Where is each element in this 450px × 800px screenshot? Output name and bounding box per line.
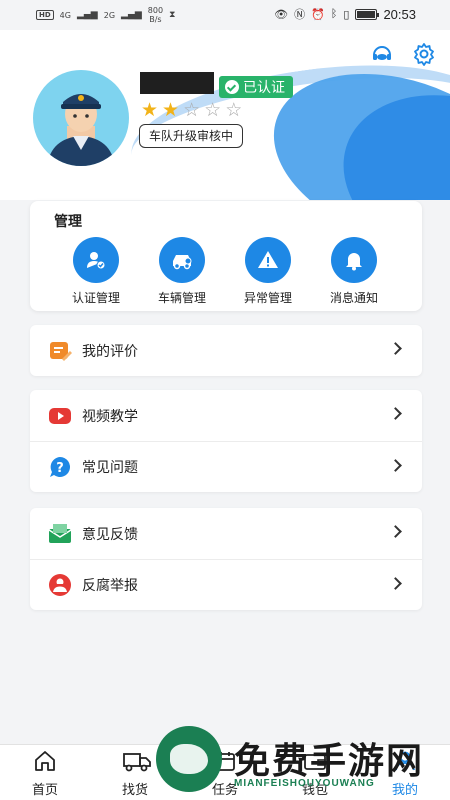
tab-label: 我的 — [391, 782, 418, 797]
status-left: HD 4G ▂▄▆ 2G ▂▄▆ 800 B/s ⧗ — [36, 6, 175, 24]
hourglass-icon: ⧗ — [169, 10, 176, 20]
header-actions — [370, 42, 436, 66]
menu-group-feedback: 意见反馈 反腐举报 — [30, 508, 422, 610]
manage-card: 管理 认证管理 车辆管理 异常管理 消息通知 — [30, 201, 422, 311]
manage-item-vehicle[interactable]: 车辆管理 — [142, 237, 222, 306]
bottom-tab-bar: 首页 找货 任务 钱包 我的 — [0, 744, 450, 800]
question-icon: ? — [48, 455, 72, 479]
eye-icon: 👁 — [274, 8, 289, 21]
alarm-icon: ⏰ — [311, 8, 325, 21]
menu-item-label: 视频教学 — [82, 407, 138, 424]
tab-label: 任务 — [211, 782, 238, 797]
menu-group-help: 视频教学 ? 常见问题 — [30, 390, 422, 492]
tab-tasks[interactable]: 任务 — [190, 749, 260, 798]
star-filled-icon: ★ — [141, 100, 159, 121]
network-speed-value: 800 — [147, 6, 164, 15]
username-redacted — [140, 72, 214, 94]
menu-item-feedback[interactable]: 意见反馈 — [30, 508, 422, 559]
manage-item-exception[interactable]: 异常管理 — [228, 237, 308, 306]
battery-icon — [355, 8, 380, 20]
feedback-mail-icon — [48, 522, 72, 546]
signal-bars-icon: ▂▄▆ — [76, 10, 98, 20]
menu-item-my-reviews[interactable]: 我的评价 — [30, 325, 422, 376]
chevron-right-icon — [389, 525, 402, 538]
menu-item-label: 常见问题 — [82, 459, 138, 475]
wallet-icon — [303, 749, 327, 773]
verified-label: 已认证 — [243, 79, 285, 95]
tab-wallet[interactable]: 钱包 — [280, 749, 350, 798]
manage-item-label: 异常管理 — [243, 291, 292, 305]
headset-icon[interactable] — [370, 42, 394, 66]
rating-stars: ★ ★ ☆ ☆ ☆ — [141, 101, 242, 121]
star-filled-icon: ★ — [162, 100, 180, 121]
vibrate-icon: ▯ — [343, 8, 350, 21]
home-icon — [33, 749, 57, 773]
avatar[interactable] — [33, 70, 129, 166]
tab-label: 首页 — [31, 782, 58, 797]
profile-icon — [393, 749, 417, 773]
bell-icon — [331, 237, 377, 283]
signal-bars-icon: ▂▄▆ — [121, 10, 142, 20]
network-speed: 800 B/s — [148, 6, 163, 24]
tab-find-goods[interactable]: 找货 — [100, 749, 170, 798]
nfc-icon: Ⓝ — [294, 9, 306, 21]
menu-item-label: 意见反馈 — [82, 525, 138, 542]
tab-label: 钱包 — [301, 782, 328, 797]
manage-item-label: 车辆管理 — [157, 291, 206, 305]
bluetooth-icon: ᛒ — [330, 8, 338, 20]
menu-item-label: 我的评价 — [82, 342, 138, 359]
review-icon — [48, 339, 72, 363]
tab-label: 找货 — [121, 782, 148, 797]
menu-item-label: 反腐举报 — [82, 577, 138, 593]
star-empty-icon: ☆ — [225, 100, 243, 121]
tab-mine[interactable]: 我的 — [370, 749, 440, 798]
status-bar: HD 4G ▂▄▆ 2G ▂▄▆ 800 B/s ⧗ 👁 Ⓝ ⏰ ᛒ ▯ 20:… — [0, 0, 450, 30]
manage-title: 管理 — [54, 213, 82, 229]
svg-text:?: ? — [56, 461, 64, 476]
car-icon — [159, 237, 205, 283]
warning-icon — [245, 237, 291, 283]
video-play-icon — [48, 404, 72, 428]
network-speed-unit: B/s — [149, 15, 162, 24]
check-shield-icon — [225, 80, 239, 94]
chevron-right-icon — [389, 577, 402, 590]
chevron-right-icon — [389, 407, 402, 420]
chevron-right-icon — [389, 342, 402, 355]
tab-home[interactable]: 首页 — [10, 749, 80, 798]
hd-indicator: HD — [36, 10, 54, 20]
manage-item-verification[interactable]: 认证管理 — [56, 237, 136, 306]
manage-item-notifications[interactable]: 消息通知 — [314, 237, 394, 306]
clock: 20:53 — [383, 6, 416, 22]
manage-item-label: 认证管理 — [71, 291, 120, 305]
verified-badge: 已认证 — [219, 76, 293, 98]
menu-item-faq[interactable]: ? 常见问题 — [30, 441, 422, 492]
report-icon — [48, 573, 72, 597]
star-empty-icon: ☆ — [204, 100, 222, 121]
team-status-button[interactable]: 车队升级审核中 — [139, 124, 244, 148]
status-right: 👁 Ⓝ ⏰ ᛒ ▯ 20:53 — [274, 6, 416, 22]
battery-level — [357, 10, 375, 18]
user-verify-icon — [73, 237, 119, 283]
menu-group-reviews: 我的评价 — [30, 325, 422, 376]
calendar-icon — [213, 749, 237, 773]
signal-2g: 2G — [103, 10, 116, 20]
star-empty-icon: ☆ — [183, 100, 201, 121]
gear-icon[interactable] — [412, 42, 436, 66]
signal-4g: 4G — [59, 10, 71, 20]
truck-icon — [123, 749, 151, 773]
chevron-right-icon — [389, 459, 402, 472]
menu-item-video-tutorial[interactable]: 视频教学 — [30, 390, 422, 441]
menu-item-anticorruption-report[interactable]: 反腐举报 — [30, 559, 422, 610]
manage-item-label: 消息通知 — [329, 291, 378, 305]
